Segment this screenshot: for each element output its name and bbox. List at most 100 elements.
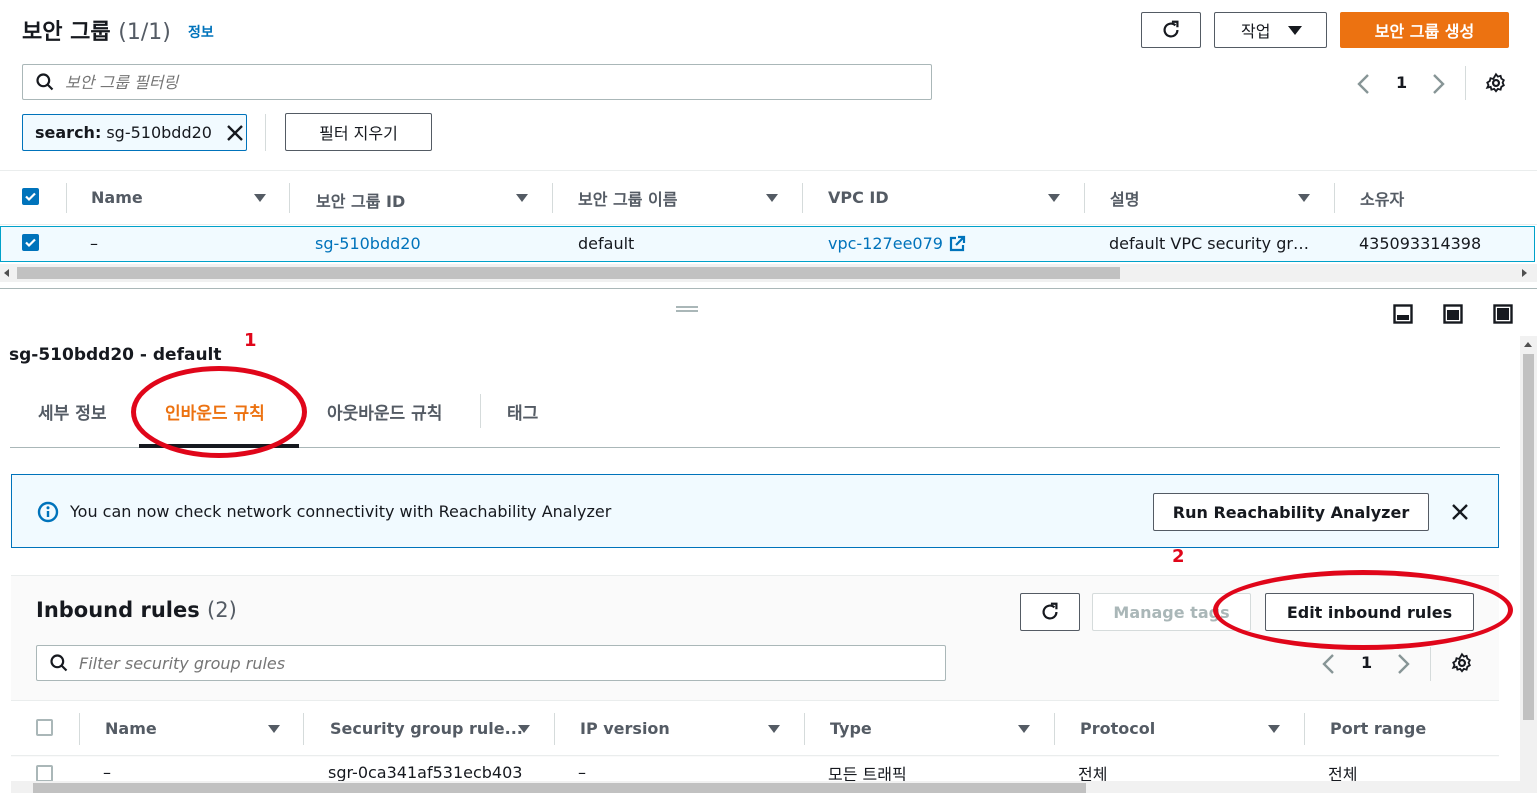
- create-security-group-button[interactable]: 보안 그룹 생성: [1340, 12, 1509, 48]
- inbound-cell-rule-id: sgr-0ca341af531ecb403: [328, 763, 523, 782]
- run-reachability-analyzer-button[interactable]: Run Reachability Analyzer: [1153, 493, 1429, 531]
- annotation-number: 2: [1172, 546, 1185, 567]
- inbound-col-type[interactable]: Type: [830, 719, 872, 738]
- detail-heading: sg-510bdd20 - default: [9, 345, 222, 365]
- col-header-description[interactable]: 설명: [1110, 186, 1139, 210]
- inbound-cell-ip-version: –: [578, 763, 586, 782]
- drag-handle-icon[interactable]: [676, 306, 698, 312]
- sort-icon[interactable]: [1268, 725, 1280, 733]
- run-analyzer-label: Run Reachability Analyzer: [1172, 502, 1410, 522]
- inbound-rules-title: Inbound rules (2): [36, 598, 237, 622]
- cell-description: default VPC security gr…: [1109, 234, 1309, 253]
- sort-icon[interactable]: [768, 725, 780, 733]
- sort-icon[interactable]: [1048, 194, 1060, 202]
- inbound-refresh-button[interactable]: [1020, 593, 1080, 631]
- col-header-sg-name[interactable]: 보안 그룹 이름: [578, 186, 677, 210]
- inbound-col-name[interactable]: Name: [105, 719, 157, 738]
- col-header-name[interactable]: Name: [91, 188, 143, 207]
- col-header-sg-id[interactable]: 보안 그룹 ID: [316, 188, 405, 212]
- scroll-left-arrow[interactable]: [4, 269, 9, 277]
- panel-side-icon[interactable]: [1443, 304, 1463, 324]
- page-number[interactable]: 1: [1396, 73, 1407, 92]
- vertical-scrollbar-thumb[interactable]: [1523, 354, 1534, 720]
- inbound-col-port-range[interactable]: Port range: [1330, 719, 1426, 738]
- sort-icon[interactable]: [1018, 725, 1030, 733]
- chevron-left-icon[interactable]: [1356, 73, 1372, 95]
- clear-filters-button[interactable]: 필터 지우기: [285, 113, 432, 151]
- dismiss-close-icon[interactable]: [1451, 503, 1469, 521]
- clear-filters-label: 필터 지우기: [319, 124, 398, 143]
- split-divider[interactable]: [0, 288, 1537, 289]
- check-icon: [25, 192, 36, 202]
- tab-details[interactable]: 세부 정보: [38, 399, 106, 424]
- settings-gear-icon[interactable]: [1451, 652, 1473, 674]
- inbound-cell-name: –: [103, 763, 111, 782]
- search-icon: [36, 73, 54, 91]
- table-header: Name 보안 그룹 ID 보안 그룹 이름 VPC ID 설명 소유자: [0, 170, 1537, 225]
- tab-tags[interactable]: 태그: [507, 399, 538, 424]
- sort-icon[interactable]: [518, 725, 530, 733]
- manage-tags-label: Manage tags: [1113, 602, 1230, 622]
- actions-dropdown[interactable]: 작업: [1214, 12, 1327, 48]
- sort-icon[interactable]: [766, 194, 778, 202]
- inbound-col-protocol[interactable]: Protocol: [1080, 719, 1155, 738]
- refresh-button[interactable]: [1141, 12, 1201, 48]
- scroll-up-arrow[interactable]: [1524, 342, 1532, 347]
- scroll-right-arrow[interactable]: [1522, 269, 1527, 277]
- info-icon: [37, 501, 59, 523]
- chevron-right-icon[interactable]: [1430, 73, 1446, 95]
- sort-icon[interactable]: [516, 194, 528, 202]
- refresh-icon: [1042, 602, 1058, 620]
- cell-vpc-id-link[interactable]: vpc-127ee079: [828, 234, 943, 253]
- panel-bottom-icon[interactable]: [1393, 304, 1413, 324]
- cell-sg-id-link[interactable]: sg-510bdd20: [315, 234, 421, 253]
- info-alert-text: You can now check network connectivity w…: [70, 502, 612, 521]
- sort-icon[interactable]: [268, 725, 280, 733]
- annotation-ellipse: [131, 366, 307, 458]
- table-row[interactable]: – sg-510bdd20 default vpc-127ee079 defau…: [0, 226, 1535, 262]
- sort-icon[interactable]: [254, 194, 266, 202]
- inbound-col-ip-version[interactable]: IP version: [580, 719, 670, 738]
- filter-input[interactable]: [65, 72, 885, 92]
- inbound-table-header: Name Security group rule... IP version T…: [11, 700, 1499, 756]
- page-title: 보안 그룹 (1/1): [22, 14, 171, 46]
- horizontal-scrollbar[interactable]: [0, 264, 1537, 282]
- tab-outbound-rules[interactable]: 아웃바운드 규칙: [327, 399, 442, 424]
- caret-down-icon: [1288, 25, 1303, 35]
- cell-name: –: [90, 234, 98, 253]
- inbound-filter[interactable]: [36, 645, 946, 681]
- col-header-vpc-id[interactable]: VPC ID: [828, 188, 889, 207]
- token-value: sg-510bdd20: [106, 123, 212, 142]
- inbound-page-number[interactable]: 1: [1361, 653, 1372, 672]
- settings-gear-icon[interactable]: [1485, 72, 1507, 94]
- create-label: 보안 그룹 생성: [1374, 22, 1475, 41]
- inbound-select-all-checkbox[interactable]: [36, 719, 53, 736]
- sort-icon[interactable]: [1298, 194, 1310, 202]
- page-title-text: 보안 그룹: [22, 20, 111, 45]
- chevron-left-icon[interactable]: [1321, 653, 1337, 675]
- annotation-ellipse: [1213, 570, 1513, 650]
- filter-token: search: sg-510bdd20: [22, 114, 247, 151]
- inbound-scrollbar-thumb[interactable]: [33, 783, 1086, 793]
- panel-full-icon[interactable]: [1493, 304, 1513, 324]
- select-all-checkbox[interactable]: [22, 188, 39, 205]
- external-link-icon[interactable]: [948, 235, 966, 253]
- scrollbar-thumb[interactable]: [17, 267, 1120, 279]
- col-header-owner[interactable]: 소유자: [1360, 186, 1404, 210]
- search-icon: [50, 654, 68, 672]
- cell-owner: 435093314398: [1359, 234, 1482, 253]
- inbound-col-rule-id[interactable]: Security group rule...: [330, 719, 523, 738]
- inbound-row-checkbox[interactable]: [36, 765, 53, 782]
- actions-label: 작업: [1241, 22, 1271, 41]
- info-link[interactable]: 정보: [188, 22, 214, 42]
- chevron-right-icon[interactable]: [1395, 653, 1411, 675]
- info-alert: You can now check network connectivity w…: [11, 474, 1499, 548]
- inbound-filter-input[interactable]: [79, 653, 899, 673]
- refresh-icon: [1163, 20, 1179, 38]
- security-group-filter[interactable]: [22, 64, 932, 100]
- inbound-count: (2): [207, 598, 237, 622]
- row-checkbox[interactable]: [22, 234, 39, 251]
- vertical-scrollbar[interactable]: [1520, 336, 1537, 793]
- inbound-horizontal-scrollbar[interactable]: [11, 781, 1520, 793]
- close-icon[interactable]: [226, 124, 244, 142]
